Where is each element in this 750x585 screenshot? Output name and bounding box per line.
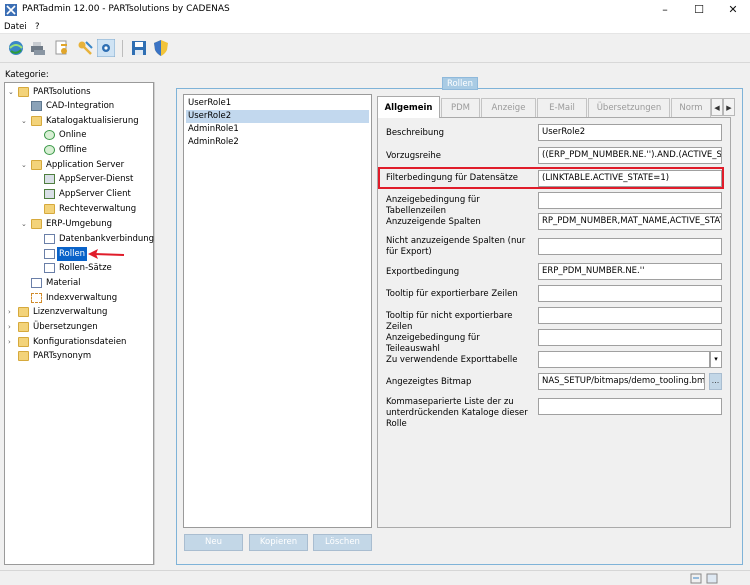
field-label: Kommaseparierte Liste der zu unterdrücke… <box>386 397 528 429</box>
save-icon[interactable] <box>130 39 148 57</box>
collapse-icon[interactable]: ⌄ <box>8 88 16 96</box>
folder-icon <box>31 116 42 126</box>
tab-email[interactable]: E-Mail <box>537 98 587 118</box>
tree-scrollbar[interactable] <box>154 82 164 565</box>
refresh-icon <box>44 130 55 140</box>
red-arrow-icon <box>88 249 125 259</box>
document-icon <box>31 278 42 288</box>
copy-button[interactable]: Kopieren <box>249 534 308 551</box>
field-label: Anzuzeigende Spalten <box>386 217 481 227</box>
expand-icon[interactable]: › <box>8 308 16 316</box>
delete-button[interactable]: Löschen <box>313 534 372 551</box>
tab-norm[interactable]: Norm <box>671 98 711 118</box>
maximize-button[interactable]: ☐ <box>682 0 716 20</box>
shield-icon[interactable] <box>152 39 170 57</box>
exporttabelle-select[interactable] <box>538 351 710 368</box>
title-bar: PARTadmin 12.00 - PARTsolutions by CADEN… <box>0 0 750 20</box>
printers-icon[interactable] <box>29 39 47 57</box>
chevron-down-icon[interactable]: ▾ <box>710 351 722 368</box>
grid-icon <box>44 189 55 199</box>
menu-bar: Datei ? <box>0 20 750 34</box>
tab-uebersetzungen[interactable]: Übersetzungen <box>588 98 670 118</box>
folder-icon <box>31 160 42 170</box>
field-label: Angezeigtes Bitmap <box>386 377 472 387</box>
highlight-box <box>378 167 724 189</box>
folder-icon <box>44 204 55 214</box>
exportbedingung-field[interactable]: ERP_PDM_NUMBER.NE.'' <box>538 263 722 280</box>
document-icon <box>44 249 55 259</box>
window-title: PARTadmin 12.00 - PARTsolutions by CADEN… <box>22 4 230 14</box>
collapse-icon[interactable]: ⌄ <box>21 220 29 228</box>
kategorie-label: Kategorie: <box>5 70 49 80</box>
field-label: Anzeigebedingung für Teileauswahl <box>386 333 480 354</box>
index-icon <box>31 293 42 303</box>
status-bar <box>0 570 750 585</box>
vorzugsreihe-field[interactable]: ((ERP_PDM_NUMBER.NE.'').AND.(ACTIVE_STA <box>538 147 722 164</box>
folder-icon <box>18 322 29 332</box>
tab-pdm[interactable]: PDM <box>441 98 480 118</box>
role-list[interactable]: UserRole1 UserRole2 AdminRole1 AdminRole… <box>183 94 372 528</box>
close-button[interactable]: ✕ <box>716 0 750 20</box>
list-item[interactable]: AdminRole2 <box>186 136 369 149</box>
tooltip-exportierbar-field[interactable] <box>538 285 722 302</box>
tooltip-nicht-exportierbar-field[interactable] <box>538 307 722 324</box>
nicht-anzuzeigende-spalten-field[interactable] <box>538 238 722 255</box>
tab-allgemein[interactable]: Allgemein <box>377 96 440 118</box>
cad-icon <box>31 101 42 111</box>
app-icon <box>5 4 17 16</box>
globe-refresh-icon[interactable] <box>7 39 25 57</box>
anzeigebedingung-field[interactable] <box>538 192 722 209</box>
status-indicator-icon <box>706 573 718 584</box>
field-label: Beschreibung <box>386 128 445 138</box>
bitmap-field[interactable]: NAS_SETUP/bitmaps/demo_tooling.bmp <box>538 373 705 390</box>
rollen-group-title: Rollen <box>442 77 478 90</box>
new-button[interactable]: Neu <box>184 534 243 551</box>
tab-scroll-right-icon[interactable]: ▶ <box>723 98 735 116</box>
browse-button[interactable]: ... <box>709 373 722 390</box>
menu-help[interactable]: ? <box>35 22 40 32</box>
toolbar-separator <box>122 40 123 57</box>
field-label: Exportbedingung <box>386 267 460 277</box>
field-label: Vorzugsreihe <box>386 151 442 161</box>
field-label: Anzeigebedingung für Tabellenzeilen <box>386 195 480 216</box>
collapse-icon[interactable]: ⌄ <box>21 161 29 169</box>
teileauswahl-field[interactable] <box>538 329 722 346</box>
toolbar <box>0 35 750 63</box>
folder-icon <box>18 351 29 361</box>
field-label: Tooltip für exportierbare Zeilen <box>386 289 518 299</box>
document-icon <box>44 234 55 244</box>
refresh-icon <box>44 145 55 155</box>
field-label: Tooltip für nicht exportierbare Zeilen <box>386 311 513 332</box>
anzuzeigende-spalten-field[interactable]: RP_PDM_NUMBER,MAT_NAME,ACTIVE_STATE <box>538 213 722 230</box>
list-item[interactable]: AdminRole1 <box>186 123 369 136</box>
minimize-button[interactable]: – <box>648 0 682 20</box>
tab-scroll-left-icon[interactable]: ◀ <box>711 98 723 116</box>
folder-icon <box>18 307 29 317</box>
field-label: Nicht anzuzeigende Spalten (nur für Expo… <box>386 236 526 257</box>
key-document-icon[interactable] <box>53 39 71 57</box>
tab-strip: Allgemein PDM Anzeige E-Mail Übersetzung… <box>377 96 737 118</box>
tab-anzeige[interactable]: Anzeige <box>481 98 536 118</box>
beschreibung-field[interactable]: UserRole2 <box>538 124 722 141</box>
status-grip-icon <box>690 573 702 584</box>
menu-datei[interactable]: Datei <box>4 22 27 32</box>
expand-icon[interactable]: › <box>8 338 16 346</box>
collapse-icon[interactable]: ⌄ <box>21 117 29 125</box>
grid-icon <box>44 174 55 184</box>
list-item[interactable]: UserRole1 <box>186 97 369 110</box>
keys-icon[interactable] <box>76 39 94 57</box>
expand-icon[interactable]: › <box>8 323 16 331</box>
list-item[interactable]: UserRole2 <box>186 110 369 123</box>
field-label: Zu verwendende Exporttabelle <box>386 355 518 365</box>
folder-icon <box>31 219 42 229</box>
folder-icon <box>18 337 29 347</box>
settings-grid-icon[interactable] <box>97 39 115 57</box>
folder-icon <box>18 87 29 97</box>
kataloge-liste-field[interactable] <box>538 398 722 415</box>
category-tree[interactable]: ⌄ PARTsolutions CAD-Integration ⌄ Katalo… <box>4 82 154 565</box>
document-icon <box>44 263 55 273</box>
